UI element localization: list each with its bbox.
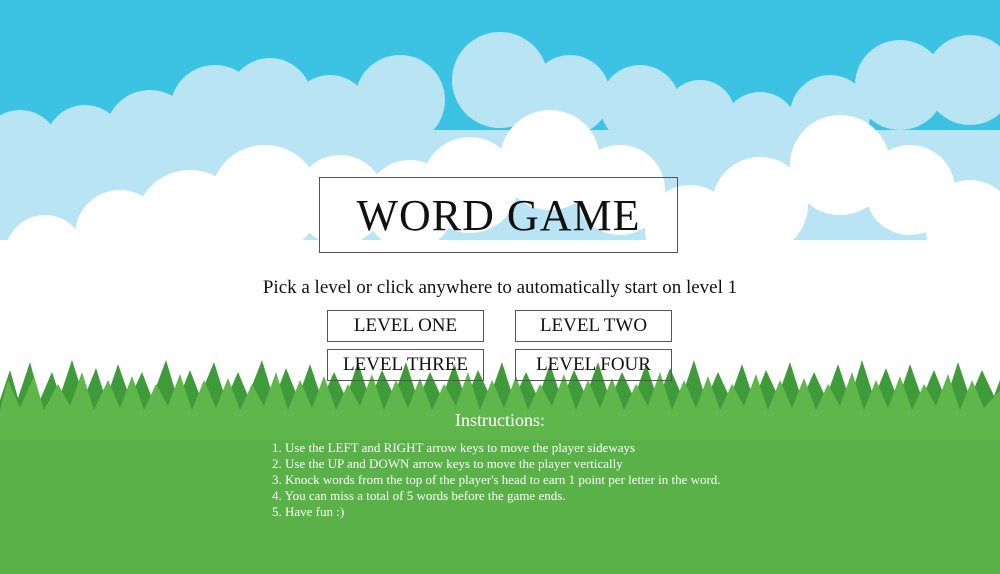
- instructions-heading: Instructions:: [455, 410, 545, 430]
- instruction-item: 5. Have fun :): [272, 504, 345, 519]
- game-title: WORD GAME: [319, 177, 678, 253]
- start-hint: Pick a level or click anywhere to automa…: [262, 277, 738, 298]
- level-one-button[interactable]: LEVEL ONE: [327, 310, 484, 342]
- instruction-item: 3. Knock words from the top of the playe…: [272, 472, 721, 487]
- instruction-item: 1. Use the LEFT and RIGHT arrow keys to …: [272, 440, 636, 455]
- instruction-item: 4. You can miss a total of 5 words befor…: [272, 488, 566, 503]
- instructions-list: 1. Use the LEFT and RIGHT arrow keys to …: [272, 440, 721, 520]
- level-three-button[interactable]: LEVEL THREE: [327, 349, 484, 381]
- level-four-button[interactable]: LEVEL FOUR: [515, 349, 672, 381]
- level-two-button[interactable]: LEVEL TWO: [515, 310, 672, 342]
- instruction-item: 2. Use the UP and DOWN arrow keys to mov…: [272, 456, 623, 471]
